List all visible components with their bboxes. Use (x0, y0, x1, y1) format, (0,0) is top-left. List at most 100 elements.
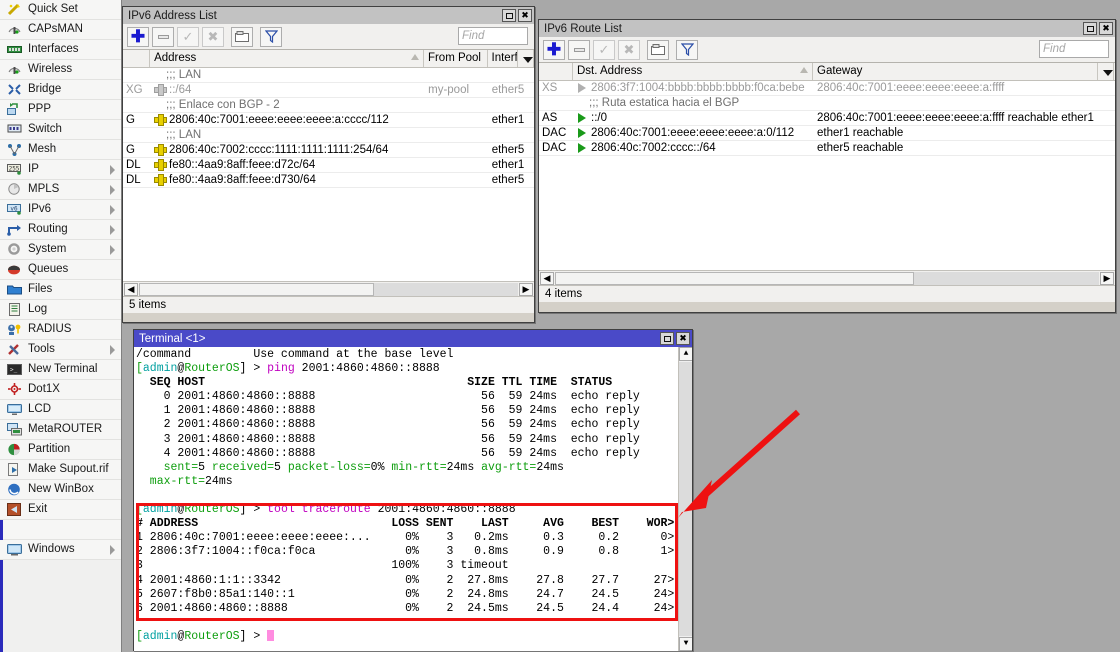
maximize-button[interactable] (660, 332, 674, 345)
sidebar-item-bridge[interactable]: Bridge (0, 80, 121, 100)
column-header-address[interactable]: Address (150, 50, 424, 67)
terminal-window[interactable]: Terminal <1> ✖ /command Use command at t… (133, 329, 693, 651)
sidebar-item-lcd[interactable]: LCD (0, 400, 121, 420)
search-input[interactable]: Find (458, 27, 528, 45)
route-hscrollbar[interactable]: ◀ ▶ (539, 270, 1115, 285)
window-titlebar[interactable]: Terminal <1> ✖ (134, 330, 692, 347)
disable-button[interactable]: ✖ (202, 27, 224, 47)
add-button[interactable]: ✚ (127, 27, 149, 47)
vscroll-track[interactable] (679, 362, 692, 636)
sidebar-item-mesh[interactable]: Mesh (0, 140, 121, 160)
window-titlebar[interactable]: IPv6 Address List ✖ (123, 7, 534, 24)
ipv6-address-list-window[interactable]: IPv6 Address List ✖ ✚ ✓ ✖ Find Address (122, 6, 535, 323)
mpls-icon (6, 182, 23, 197)
remove-button[interactable] (152, 27, 174, 47)
table-row[interactable]: DAC2806:40c:7001:eeee:eeee:eeee:a:0/112e… (539, 126, 1115, 141)
scroll-left-icon[interactable]: ◀ (124, 283, 138, 296)
column-header-interface[interactable]: Interf (488, 50, 519, 67)
sidebar-item-wireless[interactable]: Wireless (0, 60, 121, 80)
row-interface: ether5 (488, 174, 534, 187)
terminal-output[interactable]: /command Use command at the base level[a… (134, 347, 692, 651)
sidebar-item-exit[interactable]: Exit (0, 500, 121, 520)
sidebar-item-new-terminal[interactable]: >_New Terminal (0, 360, 121, 380)
sidebar-item-tools[interactable]: Tools (0, 340, 121, 360)
sidebar-item-interfaces[interactable]: Interfaces (0, 40, 121, 60)
sidebar-item-windows[interactable]: Windows (0, 540, 121, 560)
sidebar-item-dot1x[interactable]: Dot1X (0, 380, 121, 400)
table-row-comment[interactable]: ;;; Ruta estatica hacia el BGP (539, 96, 1115, 111)
comment-button[interactable] (231, 27, 253, 47)
column-chooser-dropdown[interactable] (1098, 63, 1114, 80)
scroll-down-icon[interactable]: ▼ (679, 637, 692, 651)
sidebar-item-ipv6[interactable]: v6IPv6 (0, 200, 121, 220)
window-titlebar[interactable]: IPv6 Route List ✖ (539, 20, 1115, 37)
hscroll-track[interactable] (555, 272, 1099, 285)
table-row[interactable]: AS::/02806:40c:7001:eeee:eeee:eeee:a:fff… (539, 111, 1115, 126)
maximize-button[interactable] (1083, 22, 1097, 35)
hscroll-track[interactable] (139, 283, 518, 296)
table-row[interactable]: G2806:40c:7002:cccc:1111:1111:1111:254/6… (123, 143, 534, 158)
column-header-flags[interactable] (539, 63, 573, 80)
sidebar-item-partition[interactable]: Partition (0, 440, 121, 460)
bridge-icon (6, 82, 23, 97)
table-row[interactable]: DAC2806:40c:7002:cccc::/64ether5 reachab… (539, 141, 1115, 156)
antenna-icon (6, 62, 23, 77)
network-card-icon (6, 42, 23, 57)
sidebar-item-files[interactable]: Files (0, 280, 121, 300)
ipv6-route-list-window[interactable]: IPv6 Route List ✖ ✚ ✓ ✖ Find Dst. Addres… (538, 19, 1116, 313)
table-row-comment[interactable]: ;;; LAN (123, 68, 534, 83)
row-address: fe80::4aa9:8aff:feee:d730/64 (150, 174, 424, 187)
address-hscrollbar[interactable]: ◀ ▶ (123, 281, 534, 296)
sidebar-item-quick-set[interactable]: Quick Set (0, 0, 121, 20)
scroll-right-icon[interactable]: ▶ (1100, 272, 1114, 285)
terminal-line: [admin@RouterOS] > tool traceroute 2001:… (136, 503, 678, 517)
close-icon[interactable]: ✖ (1099, 22, 1113, 35)
close-icon[interactable]: ✖ (676, 332, 690, 345)
sidebar-item-switch[interactable]: Switch (0, 120, 121, 140)
sidebar-item-make-supout-rif[interactable]: Make Supout.rif (0, 460, 121, 480)
row-dst-address: 2806:40c:7001:eeee:eeee:eeee:a:0/112 (573, 127, 813, 140)
table-row[interactable]: DLfe80::4aa9:8aff:feee:d730/64ether5 (123, 173, 534, 188)
table-row[interactable]: DLfe80::4aa9:8aff:feee:d72c/64ether1 (123, 158, 534, 173)
table-row-comment[interactable]: ;;; LAN (123, 128, 534, 143)
comment-button[interactable] (647, 40, 669, 60)
scroll-up-icon[interactable]: ▲ (679, 347, 692, 361)
column-chooser-dropdown[interactable] (518, 50, 534, 67)
sidebar-item-ppp[interactable]: PPP (0, 100, 121, 120)
sidebar-item-metarouter[interactable]: MetaROUTER (0, 420, 121, 440)
maximize-button[interactable] (502, 9, 516, 22)
add-button[interactable]: ✚ (543, 40, 565, 60)
column-header-from-pool[interactable]: From Pool (424, 50, 488, 67)
sidebar-item-routing[interactable]: Routing (0, 220, 121, 240)
sidebar-item-new-winbox[interactable]: New WinBox (0, 480, 121, 500)
terminal-vscrollbar[interactable]: ▲ ▼ (678, 347, 692, 651)
switch-icon (6, 122, 23, 137)
sidebar-item-capsman[interactable]: CAPsMAN (0, 20, 121, 40)
sidebar-item-mpls[interactable]: MPLS (0, 180, 121, 200)
route-table-header: Dst. Address Gateway (539, 63, 1115, 81)
ipv6-icon: v6 (6, 202, 23, 217)
close-icon[interactable]: ✖ (518, 9, 532, 22)
column-header-dst-address[interactable]: Dst. Address (573, 63, 813, 80)
table-row[interactable]: G2806:40c:7001:eeee:eeee:eeee:a:cccc/112… (123, 113, 534, 128)
terminal-line: # ADDRESS LOSS SENT LAST AVG BEST WOR> (136, 517, 678, 531)
filter-button[interactable] (676, 40, 698, 60)
table-row-comment[interactable]: ;;; Enlace con BGP - 2 (123, 98, 534, 113)
table-row[interactable]: XS2806:3f7:1004:bbbb:bbbb:bbbb:f0ca:bebe… (539, 81, 1115, 96)
sidebar-item-queues[interactable]: Queues (0, 260, 121, 280)
column-header-flags[interactable] (123, 50, 150, 67)
sidebar-item-system[interactable]: System (0, 240, 121, 260)
sidebar-item-log[interactable]: Log (0, 300, 121, 320)
column-header-gateway[interactable]: Gateway (813, 63, 1098, 80)
search-input[interactable]: Find (1039, 40, 1109, 58)
scroll-right-icon[interactable]: ▶ (519, 283, 533, 296)
enable-button[interactable]: ✓ (593, 40, 615, 60)
table-row[interactable]: XG::/64my-poolether5 (123, 83, 534, 98)
remove-button[interactable] (568, 40, 590, 60)
enable-button[interactable]: ✓ (177, 27, 199, 47)
disable-button[interactable]: ✖ (618, 40, 640, 60)
filter-button[interactable] (260, 27, 282, 47)
sidebar-item-radius[interactable]: RADIUS (0, 320, 121, 340)
sidebar-item-ip[interactable]: 255IP (0, 160, 121, 180)
scroll-left-icon[interactable]: ◀ (540, 272, 554, 285)
